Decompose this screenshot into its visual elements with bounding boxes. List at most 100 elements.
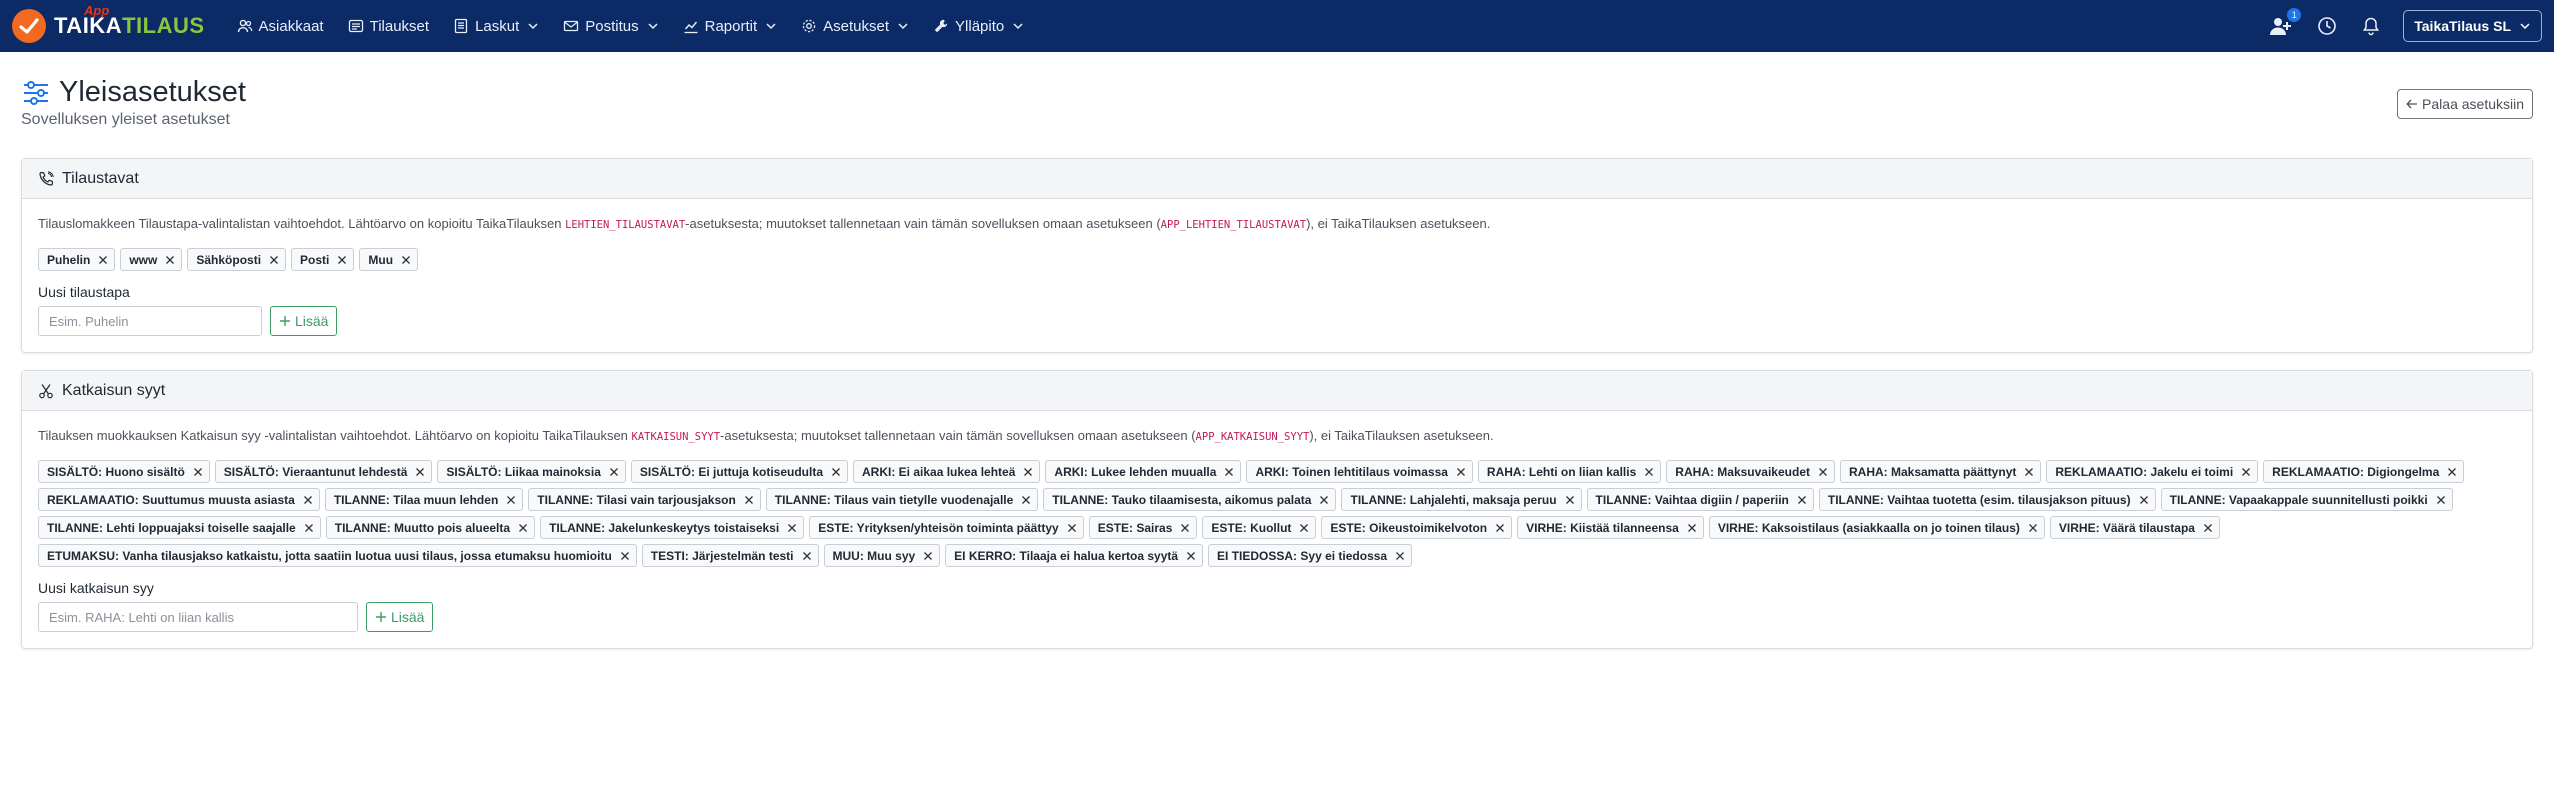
remove-tag-button[interactable] <box>401 255 411 265</box>
remove-tag-button[interactable] <box>1023 467 1033 477</box>
tag-label: TILANNE: Vapaakappale suunnitellusti poi… <box>2169 492 2428 507</box>
remove-tag-button[interactable] <box>1565 495 1575 505</box>
remove-tag-button[interactable] <box>193 467 203 477</box>
remove-tag-button[interactable] <box>1224 467 1234 477</box>
remove-tag-button[interactable] <box>1797 495 1807 505</box>
tag-label: TILANNE: Muutto pois alueelta <box>334 520 511 535</box>
new-katkaisun-syy-input[interactable] <box>38 602 358 632</box>
katkaisun-code-1: KATKAISUN_SYYT <box>631 431 721 443</box>
remove-tag-button[interactable] <box>1180 523 1190 533</box>
remove-tag-button[interactable] <box>1021 495 1031 505</box>
close-icon <box>802 551 811 560</box>
tilaustavat-desc-2: -asetuksesta; muutokset tallennetaan vai… <box>685 216 1161 231</box>
close-icon <box>744 495 753 504</box>
brand-logo[interactable]: App TAIKA TILAUS <box>12 3 205 43</box>
remove-tag-button[interactable] <box>2024 467 2034 477</box>
nav-asetukset[interactable]: Asetukset <box>801 18 909 35</box>
remove-tag-button[interactable] <box>518 523 528 533</box>
remove-tag-button[interactable] <box>1495 523 1505 533</box>
add-katkaisun-syy-label: Lisää <box>391 609 425 625</box>
remove-tag-button[interactable] <box>2139 495 2149 505</box>
close-icon <box>1067 523 1076 532</box>
list-icon <box>348 19 363 33</box>
tag-label: TILANNE: Vaihtaa digiin / paperiin <box>1595 492 1789 507</box>
close-icon <box>2139 495 2148 504</box>
tag-label: Posti <box>300 252 330 267</box>
clock-icon <box>2318 17 2337 35</box>
tag-label: RAHA: Maksuvaikeudet <box>1675 464 1810 479</box>
remove-tag-button[interactable] <box>1067 523 1077 533</box>
brand-tilaus: TILAUS <box>122 13 205 38</box>
remove-tag-button[interactable] <box>165 255 175 265</box>
remove-tag-button[interactable] <box>609 467 619 477</box>
close-icon <box>519 523 528 532</box>
tag-label: ESTE: Oikeustoimikelvoton <box>1330 520 1488 535</box>
remove-tag-button[interactable] <box>1687 523 1697 533</box>
remove-tag-button[interactable] <box>1456 467 1466 477</box>
remove-tag-button[interactable] <box>1395 551 1405 561</box>
remove-tag-button[interactable] <box>831 467 841 477</box>
nav-raportit[interactable]: Raportit <box>683 18 778 35</box>
nav-right-group: 1 TaikaTilaus SL <box>2257 8 2542 42</box>
remove-tag-button[interactable] <box>269 255 279 265</box>
remove-tag-button[interactable] <box>923 551 933 561</box>
history-button[interactable] <box>2317 16 2337 36</box>
tag-label: Puhelin <box>47 252 91 267</box>
tag-label: SISÄLTÖ: Huono sisältö <box>47 464 185 479</box>
tilaustavat-description: Tilauslomakkeen Tilaustapa-valintalistan… <box>38 215 2516 234</box>
remove-tag-button[interactable] <box>620 551 630 561</box>
chevron-down-icon <box>766 23 776 30</box>
tag-chip: RAHA: Maksamatta päättynyt <box>1839 460 2042 483</box>
tag-chip: REKLAMAATIO: Suuttumus muusta asiasta <box>38 488 320 511</box>
add-tilaustapa-button[interactable]: Lisää <box>270 306 338 336</box>
remove-tag-button[interactable] <box>1644 467 1654 477</box>
notifications-button[interactable] <box>2361 16 2381 36</box>
document-icon <box>454 18 468 34</box>
remove-tag-button[interactable] <box>303 495 313 505</box>
nav-tilaukset[interactable]: Tilaukset <box>348 18 429 35</box>
tag-chip: TILANNE: Tilasi vain tarjousjakson <box>528 488 761 511</box>
account-menu-button[interactable]: TaikaTilaus SL <box>2403 10 2542 42</box>
remove-tag-button[interactable] <box>506 495 516 505</box>
close-icon <box>2448 467 2457 476</box>
remove-tag-button[interactable] <box>1319 495 1329 505</box>
remove-tag-button[interactable] <box>744 495 754 505</box>
tag-label: RAHA: Maksamatta päättynyt <box>1848 464 2017 479</box>
remove-tag-button[interactable] <box>787 523 797 533</box>
remove-tag-button[interactable] <box>2447 467 2457 477</box>
notification-badge: 1 <box>2287 8 2302 22</box>
close-icon <box>1565 495 1574 504</box>
remove-tag-button[interactable] <box>1186 551 1196 561</box>
tag-label: TILANNE: Jakelunkeskeytys toistaiseksi <box>549 520 780 535</box>
remove-tag-button[interactable] <box>2028 523 2038 533</box>
remove-tag-button[interactable] <box>2203 523 2213 533</box>
tag-label: TILANNE: Tilasi vain tarjousjakson <box>537 492 736 507</box>
brand-mark-icon <box>12 9 46 43</box>
user-requests-button[interactable]: 1 <box>2269 8 2302 36</box>
new-tilaustapa-input[interactable] <box>38 306 262 336</box>
remove-tag-button[interactable] <box>1299 523 1309 533</box>
back-to-settings-button[interactable]: Palaa asetuksiin <box>2397 89 2533 119</box>
remove-tag-button[interactable] <box>337 255 347 265</box>
remove-tag-button[interactable] <box>2241 467 2251 477</box>
tilaustavat-chip-list: Puhelin www Sähköposti Posti Muu <box>38 248 2516 276</box>
remove-tag-button[interactable] <box>415 467 425 477</box>
tag-label: Sähköposti <box>196 252 262 267</box>
remove-tag-button[interactable] <box>802 551 812 561</box>
close-icon <box>1797 495 1806 504</box>
close-icon <box>609 467 618 476</box>
close-icon <box>303 495 312 504</box>
remove-tag-button[interactable] <box>304 523 314 533</box>
remove-tag-button[interactable] <box>1818 467 1828 477</box>
remove-tag-button[interactable] <box>2436 495 2446 505</box>
remove-tag-button[interactable] <box>98 255 108 265</box>
tag-chip: TILANNE: Jakelunkeskeytys toistaiseksi <box>540 516 805 539</box>
nav-yllapito[interactable]: Ylläpito <box>933 18 1024 35</box>
nav-asiakkaat[interactable]: Asiakkaat <box>237 18 324 35</box>
nav-laskut[interactable]: Laskut <box>453 18 539 35</box>
add-katkaisun-syy-button[interactable]: Lisää <box>366 602 434 632</box>
new-tilaustapa-label: Uusi tilaustapa <box>38 284 130 300</box>
close-icon <box>416 467 425 476</box>
nav-postitus[interactable]: Postitus <box>563 18 658 35</box>
katkaisun-syyt-chip-list: SISÄLTÖ: Huono sisältö SISÄLTÖ: Vieraantu… <box>38 460 2516 572</box>
